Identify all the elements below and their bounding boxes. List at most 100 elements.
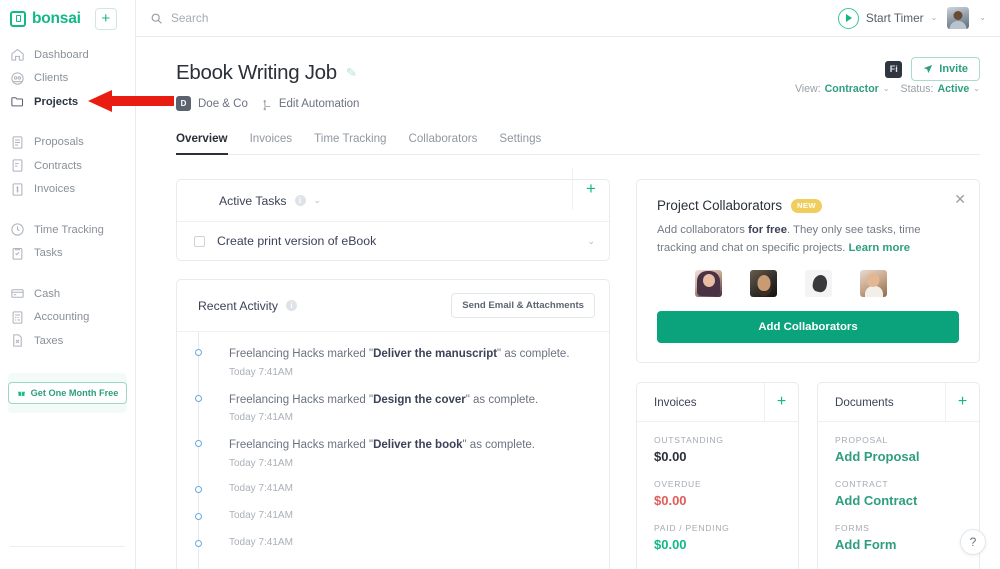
contract-icon [10, 158, 25, 173]
edit-title-pencil-icon[interactable]: ✎ [345, 65, 357, 82]
activity-suffix: " as complete. [465, 393, 539, 406]
learn-more-link[interactable]: Learn more [849, 242, 911, 254]
promo-banner: Get One Month Free [7, 372, 128, 413]
chevron-down-icon[interactable]: ⌄ [979, 14, 986, 22]
invoices-card-header: Invoices + [637, 382, 798, 422]
stat-overdue: OVERDUE $0.00 [654, 479, 781, 508]
sidebar-item-label: Projects [34, 95, 79, 108]
create-new-button[interactable]: + [94, 7, 117, 30]
stat-outstanding: OUTSTANDING $0.00 [654, 435, 781, 464]
avatar[interactable] [947, 7, 970, 29]
timeline-dot-icon [194, 513, 202, 521]
help-button[interactable]: ? [960, 529, 986, 555]
tab-collaborators[interactable]: Collaborators [408, 132, 477, 154]
sidebar-item-proposals[interactable]: Proposals [0, 131, 135, 155]
sidebar-item-tasks[interactable]: Tasks [0, 242, 135, 266]
tab-time-tracking[interactable]: Time Tracking [314, 132, 386, 154]
tab-invoices[interactable]: Invoices [250, 132, 293, 154]
invite-button[interactable]: Invite [911, 57, 980, 81]
add-form-link[interactable]: Add Form [835, 537, 962, 552]
start-timer-button[interactable]: Start Timer ⌄ [837, 7, 937, 29]
close-icon[interactable]: ✕ [954, 192, 966, 206]
task-row[interactable]: Create print version of eBook ⌄ [177, 222, 609, 260]
add-invoice-button[interactable]: + [764, 382, 798, 422]
sidebar-item-contracts[interactable]: Contracts [0, 154, 135, 178]
active-tasks-title-group: Active Tasks i ⌄ [198, 194, 321, 208]
status-filter[interactable]: Status: Active ⌄ [901, 83, 980, 95]
edit-automation-button[interactable]: Edit Automation [262, 98, 359, 111]
sidebar-item-label: Proposals [34, 136, 84, 149]
promo-label: Get One Month Free [30, 387, 119, 398]
clients-icon [10, 71, 25, 86]
timeline-dot-icon [194, 349, 202, 356]
card-icon [10, 286, 25, 301]
info-icon[interactable]: i [294, 195, 306, 206]
avatar[interactable] [695, 270, 722, 297]
status-value: Active [937, 83, 970, 95]
documents-card-title: Documents [835, 395, 894, 409]
info-icon[interactable]: i [285, 300, 297, 311]
recent-activity-title: Recent Activity [198, 298, 278, 313]
send-email-attachments-button[interactable]: Send Email & Attachments [451, 293, 595, 318]
view-filter[interactable]: View: Contractor ⌄ [795, 83, 890, 95]
content-columns: Active Tasks i ⌄ + Create print version … [176, 155, 980, 569]
collaborators-title: Project Collaborators [657, 198, 783, 213]
sidebar-item-dashboard[interactable]: Dashboard [0, 43, 135, 67]
tab-overview[interactable]: Overview [176, 132, 228, 155]
sidebar-item-time-tracking[interactable]: Time Tracking [0, 218, 135, 242]
avatar[interactable] [750, 270, 777, 297]
sidebar-item-invoices[interactable]: Invoices [0, 178, 135, 202]
client-chip[interactable]: D Doe & Co [176, 96, 248, 111]
add-proposal-link[interactable]: Add Proposal [835, 449, 962, 464]
add-collaborators-button[interactable]: Add Collaborators [657, 311, 959, 343]
sidebar-item-accounting[interactable]: Accounting [0, 306, 135, 330]
sidebar-item-cash[interactable]: Cash [0, 282, 135, 306]
activity-suffix: " as complete. [497, 348, 570, 360]
sidebar-divider [10, 546, 125, 547]
sidebar-header: bonsai + [0, 0, 135, 37]
task-name: Create print version of eBook [217, 234, 377, 248]
sidebar-item-taxes[interactable]: Taxes [0, 329, 135, 353]
recent-activity-title-group: Recent Activity i [198, 299, 297, 313]
get-one-month-free-button[interactable]: Get One Month Free [7, 381, 128, 404]
chevron-down-icon[interactable]: ⌄ [587, 236, 595, 247]
activity-text: Freelancing Hacks marked "Deliver the ma… [229, 346, 591, 363]
title-row: Ebook Writing Job ✎ [176, 61, 980, 85]
activity-item: Freelancing Hacks marked "Design the cov… [177, 392, 609, 438]
timeline-dot-icon [194, 486, 202, 494]
doc-label: FORMS [835, 523, 870, 533]
sidebar-item-label: Taxes [34, 334, 64, 347]
client-initial-badge: D [176, 96, 191, 111]
avatar[interactable] [860, 270, 887, 297]
doc-proposal: PROPOSAL Add Proposal [835, 435, 962, 464]
activity-text: Freelancing Hacks marked "Deliver the bo… [229, 437, 591, 454]
search-icon [150, 12, 163, 25]
avatar[interactable] [805, 270, 832, 297]
tab-settings[interactable]: Settings [499, 132, 541, 154]
add-task-button[interactable]: + [572, 168, 609, 210]
project-tabs: Overview Invoices Time Tracking Collabor… [176, 132, 980, 155]
project-meta: D Doe & Co Edit Automation [176, 96, 980, 111]
activity-time: Today 7:41AM [229, 412, 293, 424]
sidebar-item-label: Tasks [34, 247, 63, 260]
activity-item: Today 7:41AM [177, 510, 609, 537]
bottom-cards: Invoices + OUTSTANDING $0.00 OVERDUE $0.… [636, 382, 980, 569]
search-container[interactable] [150, 11, 351, 25]
send-icon [923, 64, 933, 74]
gift-icon [17, 388, 26, 397]
add-document-button[interactable]: + [945, 382, 979, 422]
start-timer-label: Start Timer [865, 11, 924, 25]
chevron-down-icon[interactable]: ⌄ [314, 195, 322, 206]
task-checkbox[interactable] [194, 235, 205, 247]
app-integration-badge-icon[interactable]: Fi [885, 60, 903, 78]
stat-label: OUTSTANDING [654, 435, 724, 445]
activity-item: Freelancing Hacks marked "Deliver the bo… [177, 437, 609, 483]
sidebar-item-projects[interactable]: Projects [0, 90, 135, 114]
search-input[interactable] [171, 11, 351, 25]
documents-card-body: PROPOSAL Add Proposal CONTRACT Add Contr… [818, 422, 979, 569]
sidebar: bonsai + Dashboard Clients Projects Prop… [0, 0, 136, 569]
activity-prefix: Freelancing Hacks marked " [229, 439, 374, 452]
sidebar-item-clients[interactable]: Clients [0, 67, 135, 91]
add-contract-link[interactable]: Add Contract [835, 493, 962, 508]
stat-label: OVERDUE [654, 479, 702, 489]
